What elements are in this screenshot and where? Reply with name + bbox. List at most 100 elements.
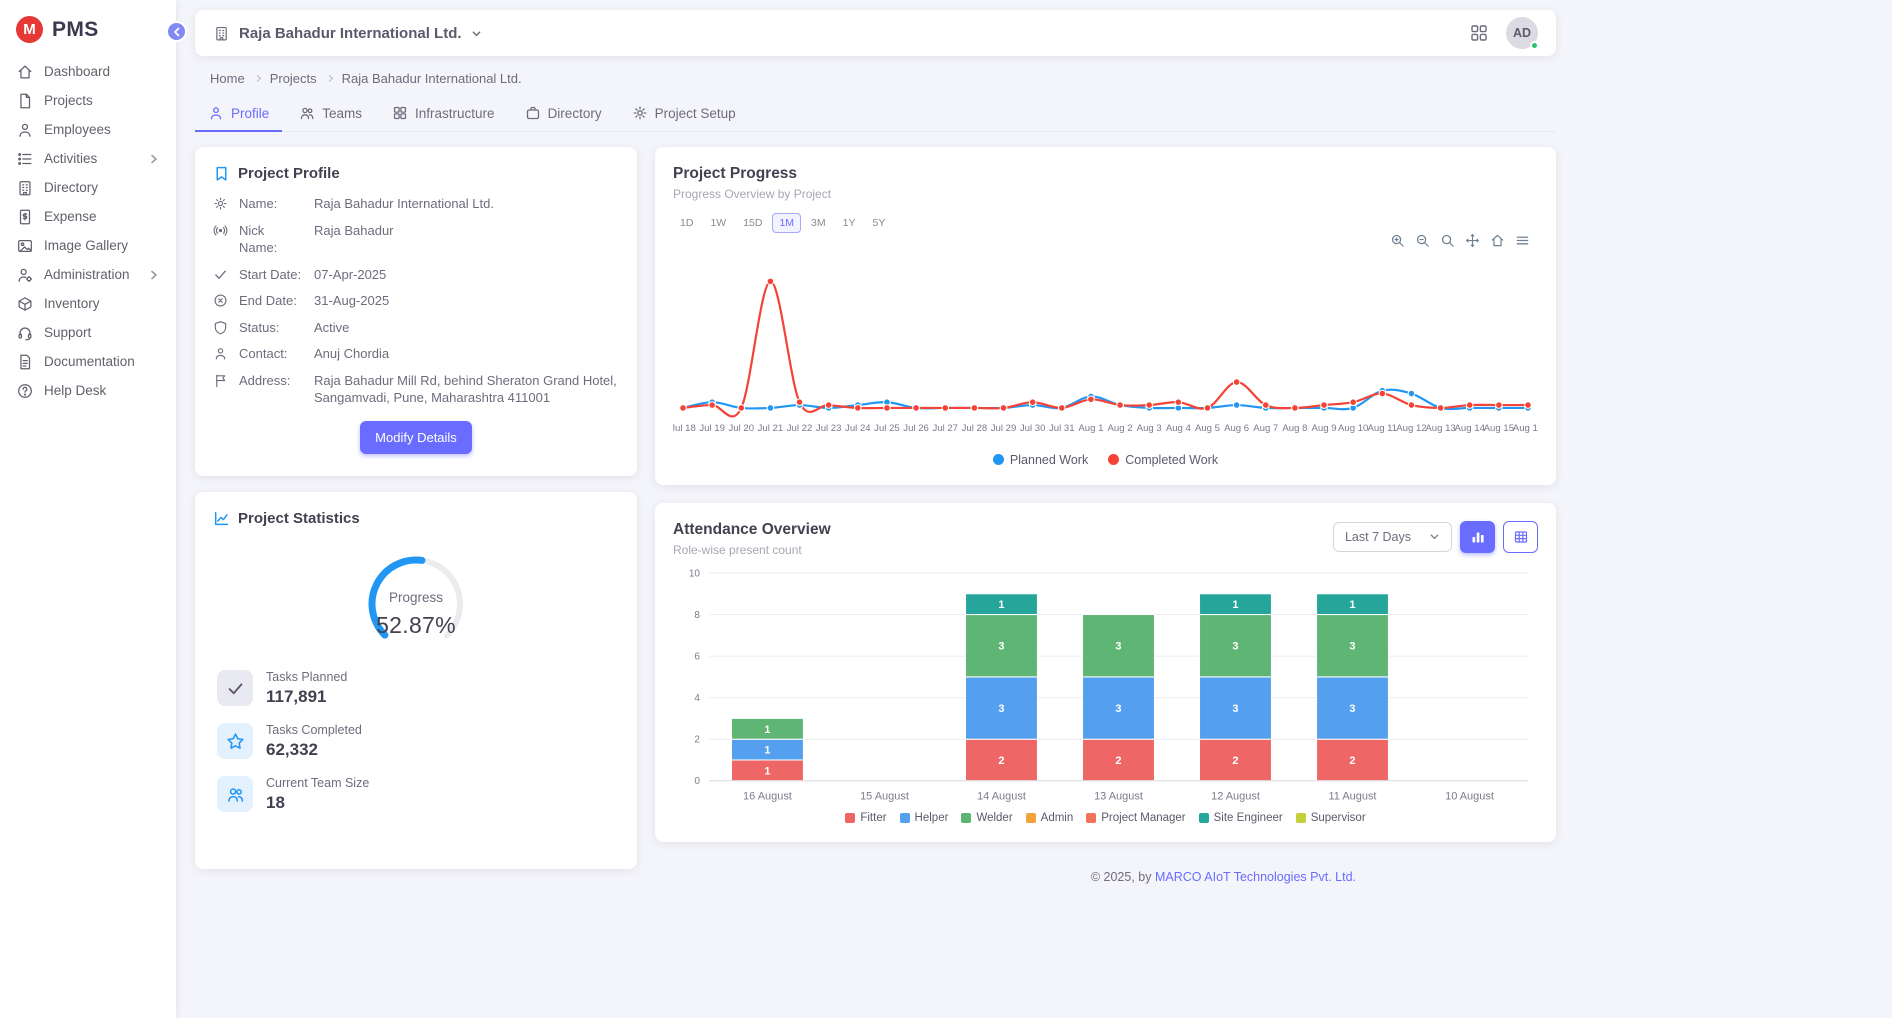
sidebar-item-administration[interactable]: Administration — [8, 261, 168, 289]
legend-item[interactable]: Fitter — [845, 812, 886, 824]
breadcrumb-home[interactable]: Home — [210, 71, 245, 86]
series-line[interactable] — [683, 281, 1528, 416]
data-point[interactable] — [767, 405, 774, 412]
data-point[interactable] — [709, 402, 716, 409]
data-point[interactable] — [971, 405, 978, 412]
data-point[interactable] — [855, 405, 862, 412]
range-15d[interactable]: 15D — [736, 213, 769, 233]
tab-directory[interactable]: Directory — [512, 96, 615, 132]
data-point[interactable] — [1146, 402, 1153, 409]
data-point[interactable] — [1321, 402, 1328, 409]
data-point[interactable] — [1437, 405, 1444, 412]
data-point[interactable] — [1350, 399, 1357, 406]
sidebar-item-directory[interactable]: Directory — [8, 174, 168, 202]
table-view-button[interactable] — [1503, 521, 1538, 553]
zoom-out-icon[interactable] — [1415, 233, 1430, 248]
sidebar-item-documentation[interactable]: Documentation — [8, 348, 168, 376]
range-1m[interactable]: 1M — [772, 213, 801, 233]
data-point[interactable] — [1233, 379, 1240, 386]
data-point[interactable] — [1408, 402, 1415, 409]
data-point[interactable] — [1000, 405, 1007, 412]
data-point[interactable] — [1466, 402, 1473, 409]
range-5y[interactable]: 5Y — [865, 213, 892, 233]
data-point[interactable] — [884, 405, 891, 412]
footer-company-link[interactable]: MARCO AIoT Technologies Pvt. Ltd. — [1155, 870, 1356, 884]
sidebar-item-expense[interactable]: Expense — [8, 203, 168, 231]
data-point[interactable] — [1233, 402, 1240, 409]
sidebar-item-image-gallery[interactable]: Image Gallery — [8, 232, 168, 260]
profile-field-start-date: Start Date: 07-Apr-2025 — [213, 266, 619, 284]
data-point[interactable] — [1408, 390, 1415, 397]
admin-user-icon — [16, 266, 34, 284]
pan-icon[interactable] — [1465, 233, 1480, 248]
sidebar-item-label: Employees — [44, 122, 111, 138]
legend-item[interactable]: Supervisor — [1296, 812, 1366, 824]
modify-details-button[interactable]: Modify Details — [360, 421, 472, 454]
range-3m[interactable]: 3M — [804, 213, 833, 233]
company-selector[interactable]: Raja Bahadur International Ltd. — [213, 25, 482, 42]
sidebar-item-support[interactable]: Support — [8, 319, 168, 347]
legend-label: Site Engineer — [1214, 812, 1283, 824]
tab-profile[interactable]: Profile — [195, 96, 282, 132]
profile-field-nick-name: Nick Name: Raja Bahadur — [213, 222, 619, 257]
date-range-select[interactable]: Last 7 Days — [1333, 522, 1452, 552]
data-point[interactable] — [913, 405, 920, 412]
progress-line-chart[interactable]: Jul 18Jul 19Jul 20Jul 21Jul 22Jul 23Jul … — [673, 253, 1538, 451]
sidebar-item-inventory[interactable]: Inventory — [8, 290, 168, 318]
app-logo[interactable]: M PMS — [0, 0, 176, 57]
tab-teams[interactable]: Teams — [286, 96, 375, 132]
broadcast-icon — [213, 223, 228, 238]
data-point[interactable] — [825, 402, 832, 409]
data-point[interactable] — [942, 405, 949, 412]
company-name: Raja Bahadur International Ltd. — [239, 25, 462, 42]
avatar[interactable]: AD — [1506, 17, 1538, 49]
legend-item[interactable]: Helper — [900, 812, 949, 824]
sidebar-item-activities[interactable]: Activities — [8, 145, 168, 173]
sidebar-item-dashboard[interactable]: Dashboard — [8, 58, 168, 86]
legend-item[interactable]: Completed Work — [1108, 453, 1218, 467]
data-point[interactable] — [767, 278, 774, 285]
breadcrumb-projects[interactable]: Projects — [270, 71, 317, 86]
data-point[interactable] — [738, 405, 745, 412]
magnifier-icon[interactable] — [1440, 233, 1455, 248]
gauge-label: Progress — [331, 590, 501, 605]
legend-item[interactable]: Site Engineer — [1199, 812, 1283, 824]
tab-project-setup[interactable]: Project Setup — [619, 96, 749, 132]
data-point[interactable] — [1204, 405, 1211, 412]
data-point[interactable] — [1088, 396, 1095, 403]
attendance-bar-chart[interactable]: 024681011116 August15 August233114 Augus… — [673, 561, 1538, 813]
sidebar-item-help-desk[interactable]: Help Desk — [8, 377, 168, 405]
data-point[interactable] — [1496, 402, 1503, 409]
range-1d[interactable]: 1D — [673, 213, 700, 233]
zoom-in-icon[interactable] — [1390, 233, 1405, 248]
series-line[interactable] — [683, 390, 1528, 410]
profile-field-contact: Contact: Anuj Chordia — [213, 345, 619, 363]
menu-icon[interactable] — [1515, 233, 1530, 248]
sidebar-collapse-button[interactable] — [166, 21, 187, 42]
data-point[interactable] — [1292, 405, 1299, 412]
data-point[interactable] — [680, 405, 687, 412]
data-point[interactable] — [796, 399, 803, 406]
sidebar-item-projects[interactable]: Projects — [8, 87, 168, 115]
data-point[interactable] — [1379, 390, 1386, 397]
data-point[interactable] — [1262, 402, 1269, 409]
data-point[interactable] — [1029, 399, 1036, 406]
legend-item[interactable]: Welder — [961, 812, 1012, 824]
y-axis-label: 4 — [694, 693, 700, 704]
range-1w[interactable]: 1W — [703, 213, 733, 233]
apps-grid-button[interactable] — [1468, 22, 1490, 44]
home-icon[interactable] — [1490, 233, 1505, 248]
legend-item[interactable]: Planned Work — [993, 453, 1088, 467]
legend-item[interactable]: Project Manager — [1086, 812, 1185, 824]
data-point[interactable] — [1117, 402, 1124, 409]
grid-icon — [1470, 24, 1488, 42]
sidebar-item-employees[interactable]: Employees — [8, 116, 168, 144]
legend-item[interactable]: Admin — [1026, 812, 1074, 824]
range-1y[interactable]: 1Y — [836, 213, 863, 233]
field-label: Nick Name: — [239, 222, 303, 257]
data-point[interactable] — [1525, 402, 1532, 409]
data-point[interactable] — [1175, 399, 1182, 406]
tab-infrastructure[interactable]: Infrastructure — [379, 96, 508, 132]
data-point[interactable] — [1058, 405, 1065, 412]
bar-view-button[interactable] — [1460, 521, 1495, 553]
